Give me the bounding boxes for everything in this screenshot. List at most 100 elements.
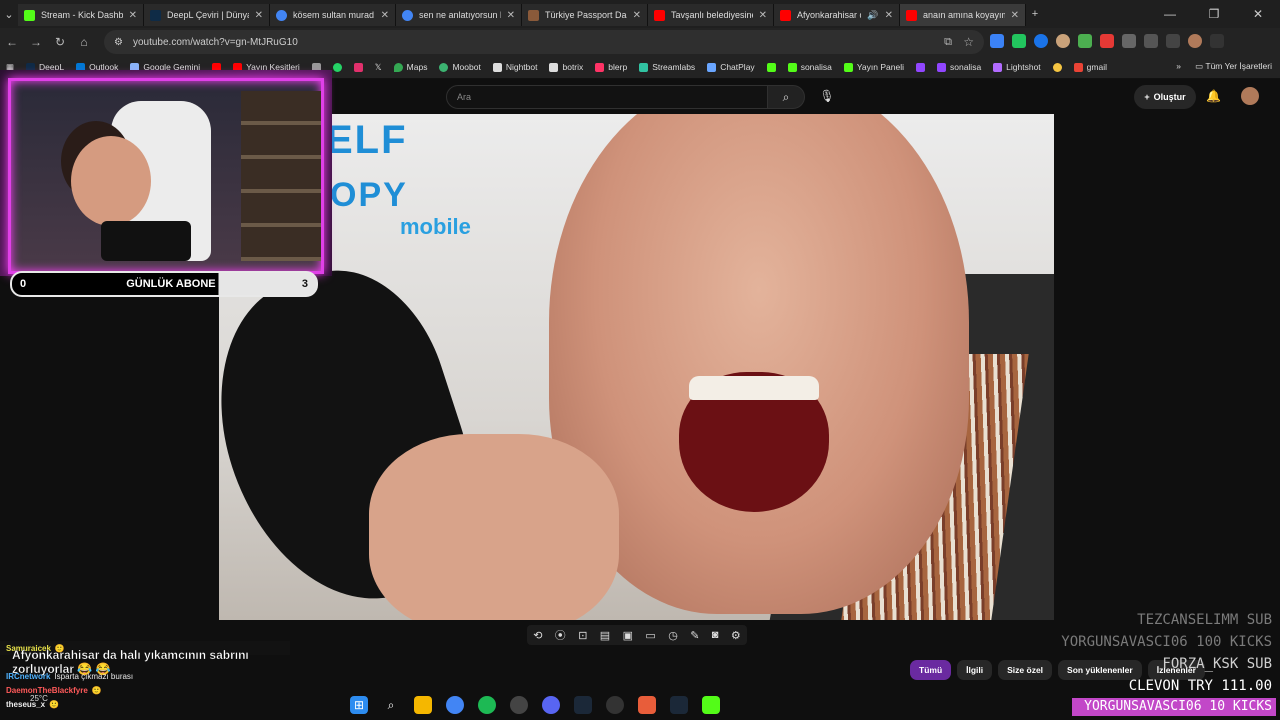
extension-icon[interactable] (990, 34, 1004, 48)
minimize-icon[interactable]: — (1148, 7, 1192, 21)
search-button[interactable]: ⌕ (767, 85, 805, 109)
bookmark-label: Streamlabs (652, 62, 696, 72)
close-tab-icon[interactable]: ✕ (759, 10, 767, 21)
avatar-icon[interactable] (1188, 34, 1202, 48)
video-logo-2: OPY (330, 176, 408, 215)
forward-icon[interactable]: → (24, 35, 48, 49)
all-bookmarks-button[interactable]: » ▭ Tüm Yer İşaretleri (1176, 61, 1272, 72)
wordpress-icon[interactable] (606, 696, 624, 714)
url-text: youtube.com/watch?v=gn-MtJRuG10 (132, 36, 298, 48)
bookmark-item[interactable] (910, 62, 931, 72)
os-taskbar: ⊞ ⌕ (0, 690, 1070, 720)
close-tab-icon[interactable]: ✕ (129, 10, 137, 21)
chip-related[interactable]: İlgili (957, 660, 993, 680)
bookmark-item[interactable]: 𝕏 (369, 62, 388, 73)
close-tab-icon[interactable]: ✕ (507, 10, 515, 21)
bookmark-star-icon[interactable]: ☆ (963, 35, 974, 49)
restore-icon[interactable]: ❐ (1192, 7, 1236, 21)
close-tab-icon[interactable]: ✕ (885, 10, 893, 21)
taskbar-search-icon[interactable]: ⌕ (382, 696, 400, 714)
close-tab-icon[interactable]: ✕ (255, 10, 263, 21)
extension-icon[interactable] (1056, 34, 1070, 48)
chip-for-you[interactable]: Size özel (998, 660, 1053, 680)
bookmark-item[interactable] (761, 62, 782, 72)
bookmark-item[interactable]: sonalisa (931, 62, 987, 72)
edit-icon[interactable]: ✎ (690, 629, 699, 642)
new-tab-icon[interactable]: + (1026, 8, 1044, 20)
avatar[interactable] (1241, 87, 1259, 105)
camera-icon[interactable]: ◙ (712, 629, 719, 641)
blerp-icon (595, 62, 605, 72)
bookmark-item[interactable]: Moobot (433, 62, 486, 72)
settings-gear-icon[interactable]: ⚙ (731, 629, 741, 642)
miniplayer-icon[interactable]: ▤ (600, 629, 610, 642)
start-menu-icon[interactable]: ⊞ (350, 696, 368, 714)
browser-tab-active[interactable]: anaın amına koyayım #bu ✕ (900, 4, 1026, 26)
browser-tab[interactable]: Türkiye Passport Dashbo ✕ (522, 4, 648, 26)
close-tab-icon[interactable]: ✕ (381, 10, 389, 21)
create-label: Oluştur (1153, 92, 1186, 102)
cast-icon[interactable]: ⦿ (555, 627, 566, 643)
bookmark-item[interactable]: ChatPlay (701, 62, 761, 72)
extensions-puzzle-icon[interactable] (1122, 34, 1136, 48)
bookmark-item[interactable]: Streamlabs (633, 62, 701, 72)
voice-search-icon[interactable]: 🎙 (816, 85, 838, 107)
bookmark-item[interactable]: Nightbot (487, 62, 544, 72)
speed-icon[interactable]: ◷ (668, 629, 678, 642)
bookmark-item[interactable]: botrix (543, 62, 589, 72)
screenshot-icon[interactable]: ⊡ (578, 629, 587, 642)
bookmark-item[interactable]: sonalisa (782, 62, 838, 72)
obs-icon[interactable] (510, 696, 528, 714)
chrome-icon[interactable] (446, 696, 464, 714)
chip-all[interactable]: Tümü (910, 660, 952, 680)
browser-tab[interactable]: Stream - Kick Dashboard ✕ (18, 4, 144, 26)
bookmark-item[interactable]: Yayın Paneli (838, 62, 910, 72)
discord-icon[interactable] (542, 696, 560, 714)
search-input[interactable]: Ara (446, 85, 768, 109)
steam-icon[interactable] (574, 696, 592, 714)
tab-search-icon[interactable]: ⌄ (0, 8, 18, 21)
close-window-icon[interactable]: ✕ (1236, 7, 1280, 21)
steam-icon[interactable] (670, 696, 688, 714)
profile-icon[interactable] (1144, 34, 1158, 48)
chip-recent[interactable]: Son yüklenenler (1058, 660, 1142, 680)
loop-icon[interactable]: ⟲ (533, 629, 542, 642)
close-tab-icon[interactable]: ✕ (633, 10, 641, 21)
extension-icon[interactable] (1078, 34, 1092, 48)
notifications-bell-icon[interactable]: 🔔 (1206, 89, 1221, 103)
site-info-icon[interactable]: ⚙ (114, 37, 123, 48)
reload-icon[interactable]: ↻ (48, 35, 72, 49)
theater-icon[interactable]: ▭ (645, 629, 655, 642)
file-explorer-icon[interactable] (414, 696, 432, 714)
create-button[interactable]: + Oluştur (1134, 85, 1196, 109)
bookmark-item[interactable] (1047, 62, 1068, 72)
browser-tab[interactable]: DeepL Çeviri | Dünyanın e ✕ (144, 4, 270, 26)
extension-icon[interactable] (1034, 34, 1048, 48)
menu-kebab-icon[interactable] (1210, 34, 1224, 48)
bookmark-item[interactable]: Maps (388, 62, 434, 72)
close-tab-icon[interactable]: ✕ (1011, 10, 1019, 21)
bookmark-item[interactable]: gmail (1068, 62, 1113, 72)
bookmark-item[interactable]: blerp (589, 62, 633, 72)
kick-app-icon[interactable] (702, 696, 720, 714)
back-icon[interactable]: ← (0, 35, 24, 49)
bookmark-label: blerp (608, 62, 628, 72)
bookmark-item[interactable] (348, 62, 369, 72)
browser-tab[interactable]: kösem sultan murad - Go ✕ (270, 4, 396, 26)
app-icon[interactable] (638, 696, 656, 714)
install-app-icon[interactable]: ⧉ (944, 36, 952, 49)
tab-label: Stream - Kick Dashboard (41, 10, 123, 20)
browser-tab[interactable]: Afyonkarahisar da ha 🔊 ✕ (774, 4, 900, 26)
browser-tab[interactable]: sen ne anlatıyorsun be a ✕ (396, 4, 522, 26)
browser-tab[interactable]: Tavşanlı belediyesine köp ✕ (648, 4, 774, 26)
reading-list-icon[interactable] (1166, 34, 1180, 48)
bookmark-label: Moobot (452, 62, 481, 72)
pip-icon[interactable]: ▣ (623, 629, 633, 642)
speaker-icon[interactable]: 🔊 (867, 10, 878, 21)
bookmark-item[interactable]: Lightshot (987, 62, 1047, 72)
extension-icon[interactable] (1012, 34, 1026, 48)
spotify-icon[interactable] (478, 696, 496, 714)
home-icon[interactable]: ⌂ (72, 35, 96, 49)
extension-icon[interactable] (1100, 34, 1114, 48)
url-field[interactable]: ⚙ youtube.com/watch?v=gn-MtJRuG10 ⧉ ☆ (104, 30, 984, 54)
